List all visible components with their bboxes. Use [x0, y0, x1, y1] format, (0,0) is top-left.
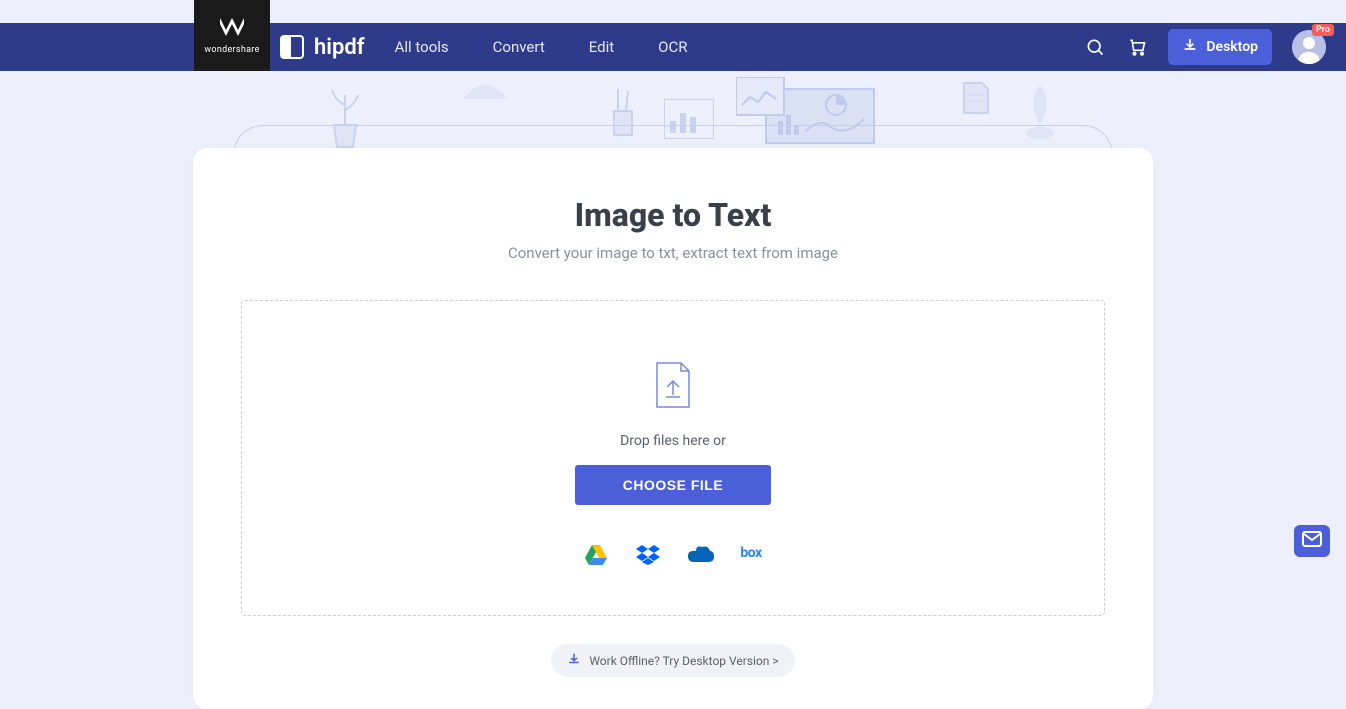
nav-all-tools[interactable]: All tools	[395, 38, 449, 56]
dropbox-icon[interactable]	[636, 545, 660, 565]
search-icon[interactable]	[1084, 36, 1106, 58]
lamp-icon	[458, 79, 513, 113]
desktop-label: Desktop	[1206, 39, 1258, 55]
hipdf-logo-icon	[280, 35, 304, 59]
nav-ocr[interactable]: OCR	[658, 38, 687, 56]
google-drive-icon[interactable]	[584, 545, 608, 565]
download-icon	[1182, 37, 1198, 57]
pro-badge: Pro	[1312, 24, 1334, 36]
feedback-button[interactable]	[1294, 525, 1330, 557]
offline-text: Work Offline? Try Desktop Version >	[589, 654, 778, 668]
desktop-button[interactable]: Desktop	[1168, 29, 1272, 65]
nav-right: Desktop Pro	[1084, 29, 1326, 65]
download-small-icon	[567, 652, 581, 669]
wondershare-logo-block[interactable]: wondershare	[194, 0, 270, 71]
wondershare-text: wondershare	[204, 45, 259, 55]
nav-edit[interactable]: Edit	[589, 38, 614, 56]
onedrive-icon[interactable]	[688, 545, 712, 565]
drop-zone[interactable]: Drop files here or CHOOSE FILE box	[241, 300, 1105, 616]
upload-file-icon	[653, 361, 693, 409]
mail-icon	[1302, 531, 1322, 551]
choose-file-button[interactable]: CHOOSE FILE	[575, 465, 771, 505]
main-card: Image to Text Convert your image to txt,…	[193, 148, 1153, 709]
cloud-sources: box	[262, 545, 1084, 565]
nav-convert[interactable]: Convert	[493, 38, 545, 56]
page-subtitle: Convert your image to txt, extract text …	[241, 244, 1105, 262]
brand[interactable]: hipdf	[280, 35, 365, 60]
drop-text: Drop files here or	[262, 433, 1084, 449]
cart-icon[interactable]	[1126, 36, 1148, 58]
wondershare-logo-icon	[220, 17, 244, 41]
nav-links: All tools Convert Edit OCR	[395, 38, 688, 56]
document-icon	[962, 81, 990, 119]
offline-desktop-pill[interactable]: Work Offline? Try Desktop Version >	[551, 644, 794, 677]
box-icon[interactable]: box	[740, 545, 761, 565]
avatar[interactable]: Pro	[1292, 30, 1326, 64]
brand-name: hipdf	[314, 35, 365, 60]
page-title: Image to Text	[241, 196, 1105, 234]
